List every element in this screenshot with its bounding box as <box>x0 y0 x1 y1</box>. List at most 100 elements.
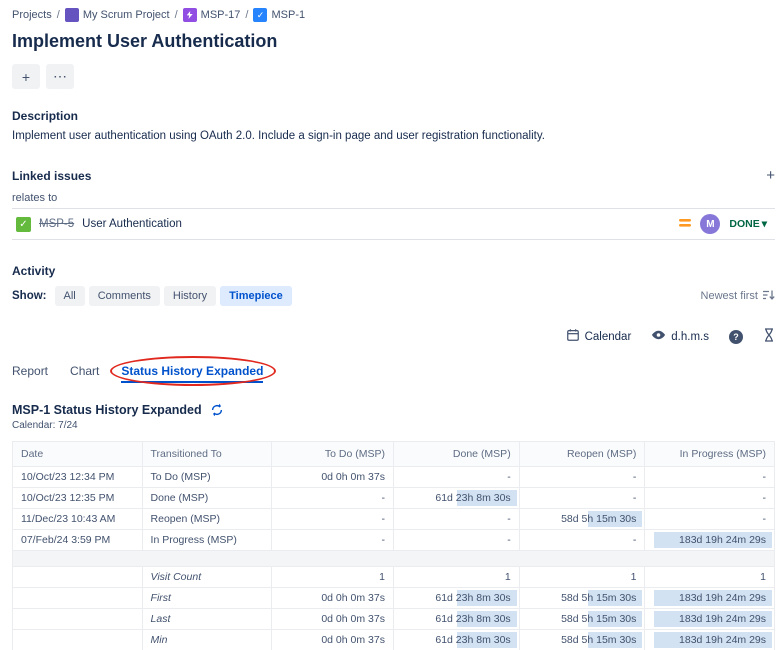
date-cell-empty <box>13 588 143 609</box>
breadcrumb-label: MSP-17 <box>201 9 241 21</box>
filter-history[interactable]: History <box>164 286 216 306</box>
duration-cell: 183d 19h 24m 29s <box>645 530 775 551</box>
spacer-row <box>13 551 775 567</box>
duration-cell: 0d 0h 0m 37s <box>272 467 394 488</box>
duration-value: 1 <box>631 571 637 583</box>
transition-cell: Done (MSP) <box>142 488 272 509</box>
timepiece-toolbar: Calendar d.h.m.s ? <box>12 328 775 345</box>
duration-cell: - <box>393 509 519 530</box>
project-avatar-icon <box>65 8 79 22</box>
date-cell: 07/Feb/24 3:59 PM <box>13 530 143 551</box>
linked-issue-row[interactable]: ✓ MSP-5 User Authentication M DONE▾ <box>12 208 775 240</box>
table-row: 07/Feb/24 3:59 PMIn Progress (MSP)---183… <box>13 530 775 551</box>
duration-value: - <box>507 513 511 525</box>
duration-value: 61d 23h 8m 30s <box>435 634 510 646</box>
description-body: Implement user authentication using OAut… <box>12 130 775 142</box>
duration-value: 183d 19h 24m 29s <box>679 613 766 625</box>
add-link-icon[interactable]: + <box>766 168 775 183</box>
breadcrumb-item[interactable]: ✓MSP-1 <box>253 8 305 22</box>
table-header-row: DateTransitioned ToTo Do (MSP)Done (MSP)… <box>13 442 775 467</box>
duration-cell: - <box>519 488 645 509</box>
breadcrumb-separator: / <box>57 9 60 21</box>
summary-row: Visit Count1111 <box>13 567 775 588</box>
activity-heading: Activity <box>12 264 775 278</box>
duration-cell: 183d 19h 24m 29s <box>645 609 775 630</box>
sort-order-button[interactable]: Newest first <box>701 289 775 304</box>
duration-value: - <box>763 513 767 525</box>
tab-report[interactable]: Report <box>12 361 48 383</box>
table-body: 10/Oct/23 12:34 PMTo Do (MSP)0d 0h 0m 37… <box>13 467 775 650</box>
calendar-button[interactable]: Calendar <box>566 328 632 345</box>
epic-icon <box>183 8 197 22</box>
duration-value: 0d 0h 0m 37s <box>321 613 385 625</box>
priority-medium-icon <box>679 218 691 231</box>
duration-value: - <box>763 492 767 504</box>
task-icon: ✓ <box>16 217 31 232</box>
duration-cell: 61d 23h 8m 30s <box>393 588 519 609</box>
duration-cell: - <box>519 467 645 488</box>
breadcrumb-item[interactable]: MSP-17 <box>183 8 241 22</box>
breadcrumb-item[interactable]: My Scrum Project <box>65 8 170 22</box>
duration-cell: 58d 5h 15m 30s <box>519 630 645 650</box>
breadcrumb: Projects/My Scrum Project/MSP-17/✓MSP-1 <box>12 8 775 22</box>
filter-comments[interactable]: Comments <box>89 286 160 306</box>
chevron-down-icon: ▾ <box>762 218 767 230</box>
more-actions-button[interactable]: ⋯ <box>46 64 74 89</box>
duration-cell: 1 <box>519 567 645 588</box>
linked-issue-key[interactable]: MSP-5 <box>39 218 74 230</box>
status-history-table: DateTransitioned ToTo Do (MSP)Done (MSP)… <box>12 441 775 650</box>
description-heading: Description <box>12 109 775 123</box>
page-title: Implement User Authentication <box>12 31 775 52</box>
duration-value: 58d 5h 15m 30s <box>561 592 636 604</box>
tab-chart[interactable]: Chart <box>70 361 99 383</box>
hourglass-icon[interactable] <box>763 328 775 345</box>
filter-timepiece[interactable]: Timepiece <box>220 286 292 306</box>
duration-value: 183d 19h 24m 29s <box>679 634 766 646</box>
column-header: Reopen (MSP) <box>519 442 645 467</box>
summary-row: Min0d 0h 0m 37s61d 23h 8m 30s58d 5h 15m … <box>13 630 775 650</box>
table-row: 11/Dec/23 10:43 AMReopen (MSP)--58d 5h 1… <box>13 509 775 530</box>
filter-all[interactable]: All <box>55 286 85 306</box>
bolt-glyph <box>187 11 193 19</box>
issue-page: Projects/My Scrum Project/MSP-17/✓MSP-1 … <box>0 0 783 650</box>
duration-value: 61d 23h 8m 30s <box>435 592 510 604</box>
table-row: 10/Oct/23 12:35 PMDone (MSP)-61d 23h 8m … <box>13 488 775 509</box>
breadcrumb-separator: / <box>245 9 248 21</box>
summary-row: Last0d 0h 0m 37s61d 23h 8m 30s58d 5h 15m… <box>13 609 775 630</box>
duration-cell: 58d 5h 15m 30s <box>519 609 645 630</box>
transition-cell: In Progress (MSP) <box>142 530 272 551</box>
sort-icon <box>762 289 775 304</box>
duration-value: - <box>633 534 637 546</box>
tab-status-history-expanded[interactable]: Status History Expanded <box>121 361 263 383</box>
summary-label-cell: Min <box>142 630 272 650</box>
summary-row: First0d 0h 0m 37s 61d 23h 8m 30s 58d 5h 15… <box>13 588 775 609</box>
tab-holder: Status History Expanded <box>121 361 263 383</box>
duration-value: 58d 5h 15m 30s <box>561 634 636 646</box>
column-header: Date <box>13 442 143 467</box>
date-cell-empty <box>13 609 143 630</box>
tab-holder: Report <box>12 361 48 383</box>
add-button[interactable]: + <box>12 64 40 89</box>
duration-cell: 183d 19h 24m 29s <box>645 588 775 609</box>
display-format-button[interactable]: d.h.m.s <box>651 329 709 344</box>
help-icon[interactable]: ? <box>729 330 743 344</box>
duration-cell: 1 <box>645 567 775 588</box>
duration-value: - <box>633 492 637 504</box>
duration-cell: 0d 0h 0m 37s <box>272 609 394 630</box>
duration-value: - <box>381 492 385 504</box>
transition-cell: To Do (MSP) <box>142 467 272 488</box>
duration-value: 183d 19h 24m 29s <box>679 592 766 604</box>
duration-cell: 0d 0h 0m 37s <box>272 588 394 609</box>
duration-cell: 58d 5h 15m 30s <box>519 588 645 609</box>
date-cell: 10/Oct/23 12:34 PM <box>13 467 143 488</box>
breadcrumb-item[interactable]: Projects <box>12 9 52 21</box>
refresh-icon[interactable] <box>210 403 224 417</box>
linked-issue-summary[interactable]: User Authentication <box>82 218 182 230</box>
status-dropdown[interactable]: DONE▾ <box>729 218 767 230</box>
duration-value: - <box>633 471 637 483</box>
summary-label-cell: First <box>142 588 272 609</box>
assignee-avatar[interactable]: M <box>700 214 720 234</box>
eye-icon <box>651 329 666 344</box>
duration-value: - <box>507 534 511 546</box>
duration-value: 1 <box>760 571 766 583</box>
